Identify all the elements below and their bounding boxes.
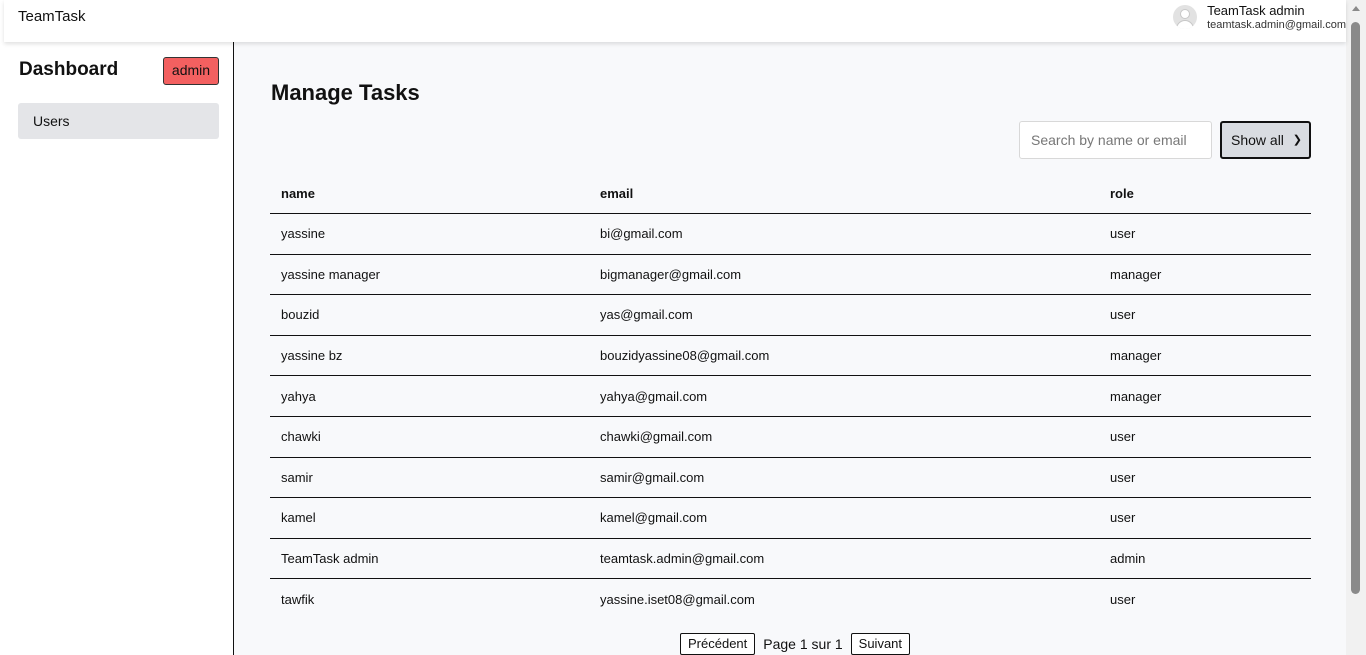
search-input[interactable]: [1019, 121, 1212, 159]
sidebar: Dashboard admin Users: [4, 42, 234, 655]
vertical-scrollbar[interactable]: [1346, 0, 1366, 655]
sidebar-item-users[interactable]: Users: [18, 103, 219, 139]
sidebar-title: Dashboard: [19, 59, 119, 80]
page-info: Page 1 sur 1: [763, 636, 843, 652]
chevron-down-icon: ❯: [1292, 134, 1302, 146]
table-row[interactable]: yahya yahya@gmail.com manager: [270, 376, 1311, 417]
cell-name: bouzid: [281, 307, 320, 323]
cell-email: teamtask.admin@gmail.com: [600, 551, 765, 567]
cell-role: user: [1110, 226, 1136, 242]
column-header-role: role: [1110, 185, 1134, 201]
column-header-email: email: [600, 185, 634, 201]
cell-email: yahya@gmail.com: [600, 388, 708, 404]
role-badge: admin: [163, 57, 219, 85]
scrollbar-thumb[interactable]: [1351, 22, 1360, 594]
cell-email: yas@gmail.com: [600, 307, 693, 323]
table-row[interactable]: kamel kamel@gmail.com user: [270, 498, 1311, 539]
cell-email: yassine.iset08@gmail.com: [600, 592, 755, 608]
table-row[interactable]: yassine bi@gmail.com user: [270, 214, 1311, 255]
cell-email: bi@gmail.com: [600, 226, 683, 242]
cell-name: yassine manager: [281, 266, 380, 282]
cell-role: user: [1110, 469, 1136, 485]
user-avatar-icon[interactable]: [1173, 5, 1198, 29]
cell-role: admin: [1110, 551, 1146, 567]
cell-role: user: [1110, 429, 1136, 445]
cell-role: user: [1110, 510, 1136, 526]
user-email: teamtask.admin@gmail.com: [1207, 19, 1346, 31]
table-row[interactable]: yassine manager bigmanager@gmail.com man…: [270, 255, 1311, 296]
cell-email: samir@gmail.com: [600, 469, 705, 485]
table-header-row: name email role: [270, 173, 1311, 214]
role-filter-value: Show all: [1231, 132, 1284, 148]
user-menu[interactable]: TeamTask admin teamtask.admin@gmail.com: [1173, 3, 1346, 31]
cell-email: bigmanager@gmail.com: [600, 266, 742, 282]
cell-name: TeamTask admin: [281, 551, 379, 567]
cell-role: manager: [1110, 266, 1162, 282]
cell-name: yahya: [281, 388, 316, 404]
cell-email: kamel@gmail.com: [600, 510, 708, 526]
column-header-name: name: [281, 185, 315, 201]
next-page-button[interactable]: Suivant: [850, 633, 911, 655]
pagination: Précédent Page 1 sur 1 Suivant: [680, 633, 911, 655]
cell-name: yassine bz: [281, 348, 343, 364]
table-row[interactable]: samir samir@gmail.com user: [270, 458, 1311, 499]
cell-name: tawfik: [281, 592, 315, 608]
cell-name: kamel: [281, 510, 316, 526]
page-title: Manage Tasks: [271, 80, 420, 105]
previous-page-button[interactable]: Précédent: [680, 633, 756, 655]
cell-role: user: [1110, 592, 1136, 608]
cell-name: chawki: [281, 429, 321, 445]
table-row[interactable]: tawfik yassine.iset08@gmail.com user: [270, 579, 1311, 620]
brand-logo[interactable]: TeamTask: [18, 8, 86, 25]
cell-email: chawki@gmail.com: [600, 429, 713, 445]
table-row[interactable]: chawki chawki@gmail.com user: [270, 417, 1311, 458]
scroll-up-arrow-icon[interactable]: [1352, 6, 1360, 11]
top-navbar: TeamTask TeamTask admin teamtask.admin@g…: [4, 0, 1346, 42]
main-content: Manage Tasks Show all ❯ name email role …: [234, 42, 1346, 655]
cell-name: yassine: [281, 226, 326, 242]
cell-role: user: [1110, 307, 1136, 323]
table-row[interactable]: bouzid yas@gmail.com user: [270, 295, 1311, 336]
user-name: TeamTask admin: [1207, 3, 1305, 18]
cell-email: bouzidyassine08@gmail.com: [600, 348, 770, 364]
cell-role: manager: [1110, 388, 1162, 404]
users-table: name email role yassine bi@gmail.com use…: [270, 173, 1311, 620]
cell-role: manager: [1110, 348, 1162, 364]
role-filter-select[interactable]: Show all ❯: [1220, 121, 1311, 159]
table-row[interactable]: yassine bz bouzidyassine08@gmail.com man…: [270, 336, 1311, 377]
table-row[interactable]: TeamTask admin teamtask.admin@gmail.com …: [270, 539, 1311, 580]
cell-name: samir: [281, 469, 313, 485]
